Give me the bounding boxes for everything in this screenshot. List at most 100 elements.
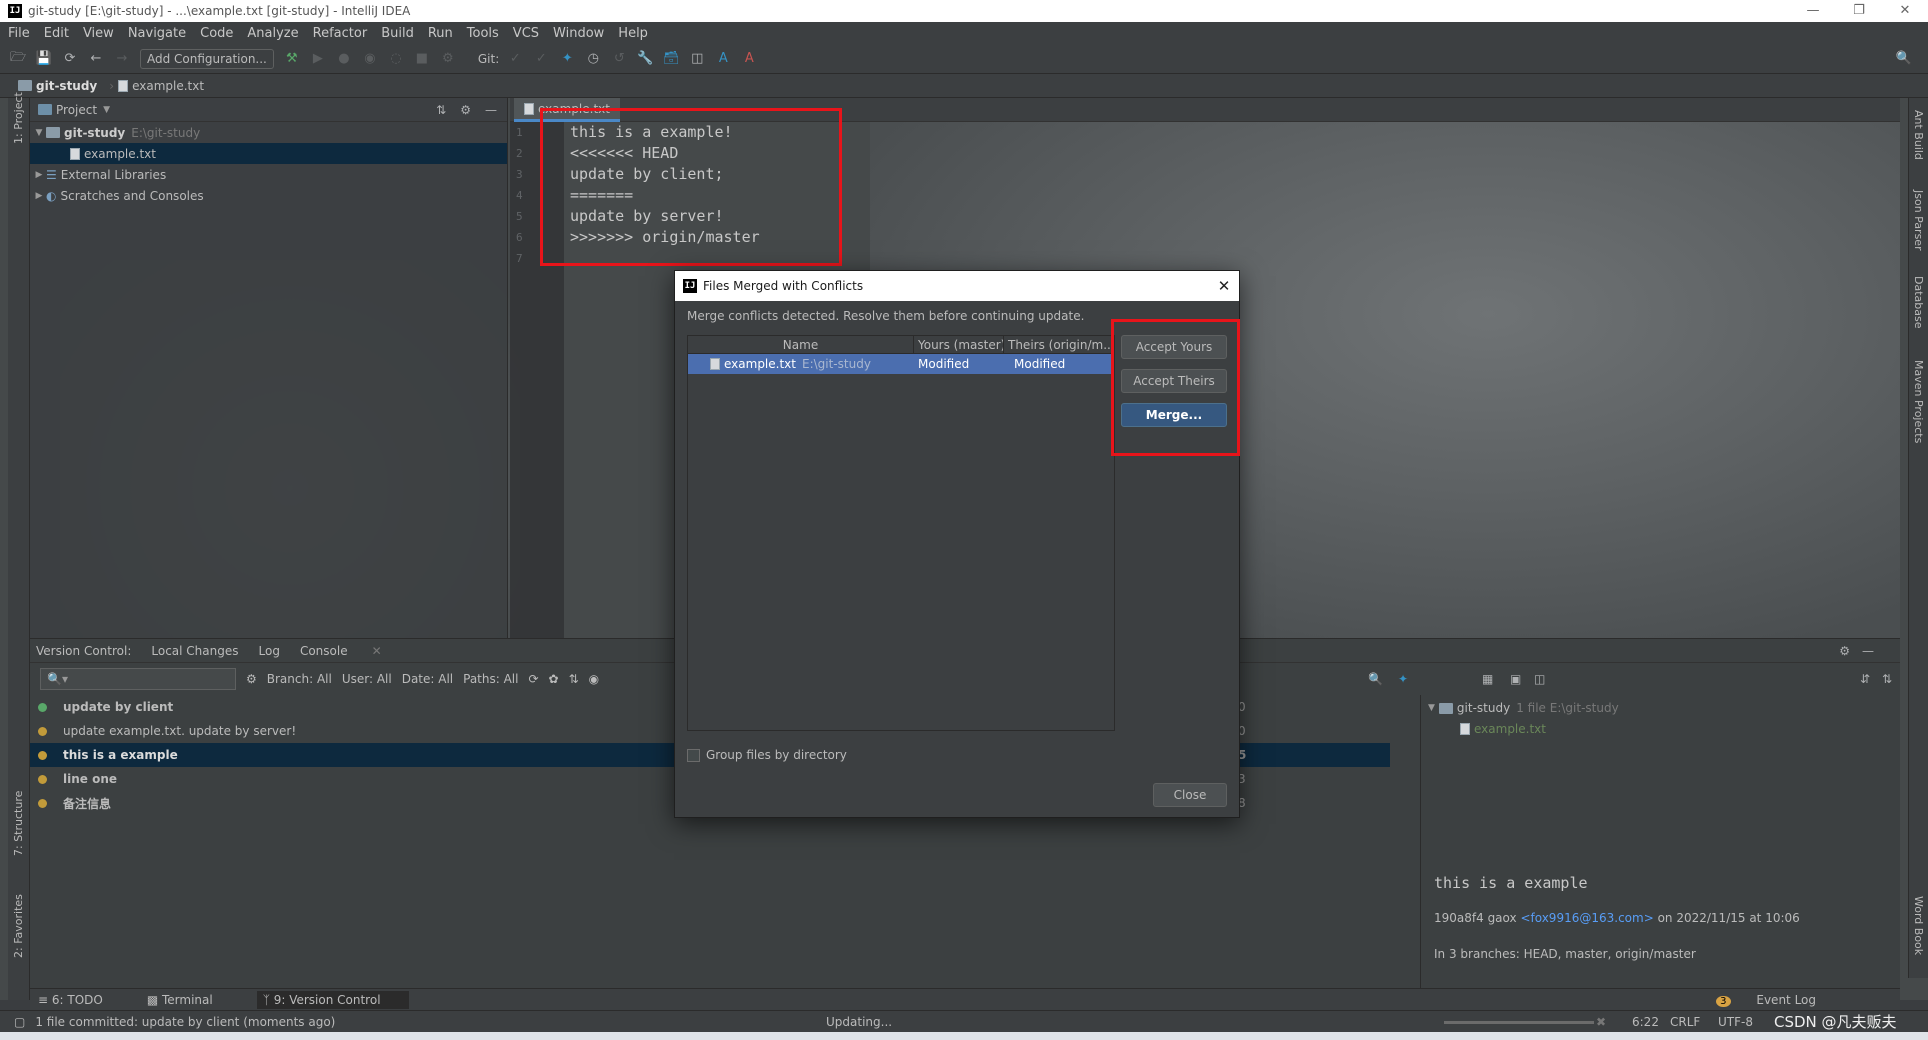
ant-build-tab[interactable]: Ant Build (1912, 110, 1925, 160)
tab-terminal[interactable]: ▩ Terminal (147, 993, 235, 1007)
branch-filter[interactable]: Branch: All (267, 672, 332, 686)
hide-panel-icon[interactable]: — (1862, 644, 1874, 658)
tab-console[interactable]: Console (300, 644, 348, 658)
close-icon[interactable]: ✕ (1209, 277, 1239, 295)
menu-analyze[interactable]: Analyze (247, 26, 298, 41)
expand-all-icon[interactable]: ⇵ (1860, 672, 1870, 686)
date-filter[interactable]: Date: All (402, 672, 453, 686)
debug-icon[interactable]: ● (336, 51, 352, 67)
compare-icon[interactable]: ✦ (1398, 672, 1408, 686)
layout-icon[interactable]: ◫ (1534, 672, 1545, 686)
expand-arrow-icon[interactable]: ▼ (32, 128, 46, 138)
event-log-button[interactable]: 3 Event Log (1716, 993, 1838, 1007)
menu-help[interactable]: Help (618, 26, 648, 41)
maven-projects-tab[interactable]: Maven Projects (1912, 360, 1925, 443)
project-tool-tab[interactable]: 1: Project (12, 92, 25, 144)
breadcrumb-file[interactable]: example.txt (118, 79, 204, 93)
build-hammer-icon[interactable]: ⚒ (284, 51, 300, 67)
forward-icon[interactable]: → (114, 51, 130, 67)
caret-position[interactable]: 6:22 (1632, 1015, 1659, 1029)
file-encoding[interactable]: UTF-8 (1718, 1015, 1753, 1029)
group-by-directory-checkbox[interactable]: Group files by directory (687, 748, 847, 762)
cherry-pick-icon[interactable]: ✿ (549, 672, 559, 686)
menu-code[interactable]: Code (200, 26, 233, 41)
expand-arrow-icon[interactable]: ▶ (32, 170, 46, 180)
word-book-tab[interactable]: Word Book (1912, 896, 1925, 955)
gear-icon[interactable]: ⚙ (460, 103, 471, 117)
menu-build[interactable]: Build (381, 26, 414, 41)
menu-tools[interactable]: Tools (467, 26, 499, 41)
run-icon[interactable]: ▶ (310, 51, 326, 67)
coverage-icon[interactable]: ◉ (362, 51, 378, 67)
attach-icon[interactable]: ⚙ (440, 51, 456, 67)
sdk-icon[interactable]: ◫ (689, 51, 705, 67)
favorites-tool-tab[interactable]: 2: Favorites (12, 894, 25, 958)
preview-icon[interactable]: ▣ (1510, 672, 1521, 686)
menu-vcs[interactable]: VCS (513, 26, 539, 41)
chevron-down-icon[interactable]: ▼ (103, 105, 110, 115)
settings-wrench-icon[interactable]: 🔧 (637, 51, 653, 67)
gear-icon[interactable]: ⚙ (246, 672, 257, 686)
menu-navigate[interactable]: Navigate (128, 26, 186, 41)
search-icon[interactable]: 🔍 (1368, 672, 1383, 686)
group-icon[interactable]: ▦ (1482, 672, 1493, 686)
close-icon[interactable]: ✕ (1882, 0, 1928, 22)
tree-file-example[interactable]: example.txt (30, 143, 507, 164)
log-search-input[interactable]: 🔍▾ (40, 668, 236, 690)
user-filter[interactable]: User: All (342, 672, 392, 686)
git-compare-icon[interactable]: ✦ (559, 51, 575, 67)
add-configuration-button[interactable]: Add Configuration... (140, 48, 274, 69)
git-update-icon[interactable]: ✓ (507, 51, 523, 67)
menu-window[interactable]: Window (553, 26, 604, 41)
open-folder-icon[interactable]: 🗁 (10, 50, 26, 67)
details-file[interactable]: example.txt (1460, 722, 1546, 736)
checkbox-box[interactable] (687, 748, 700, 762)
menu-file[interactable]: File (8, 26, 30, 41)
save-icon[interactable]: 💾 (36, 51, 52, 67)
panel-toggle-icon[interactable]: ▢ (14, 1015, 25, 1029)
back-icon[interactable]: ← (88, 51, 104, 67)
table-row[interactable]: example.txt E:\git-study Modified Modifi… (688, 354, 1114, 374)
refresh-icon[interactable]: ⟳ (528, 672, 538, 686)
structure-tool-tab[interactable]: 7: Structure (12, 791, 25, 856)
menu-edit[interactable]: Edit (44, 26, 69, 41)
close-tab-icon[interactable]: ✕ (372, 644, 382, 658)
json-parser-tab[interactable]: Json Parser (1912, 190, 1925, 251)
column-theirs[interactable]: Theirs (origin/m... (1004, 336, 1114, 354)
spell-icon[interactable]: A (741, 51, 757, 67)
menu-run[interactable]: Run (428, 26, 453, 41)
git-commit-icon[interactable]: ✓ (533, 51, 549, 67)
tab-version-control[interactable]: ᛉ 9: Version Control (256, 990, 409, 1009)
hide-panel-icon[interactable]: — (485, 103, 497, 117)
cancel-progress-icon[interactable]: ✖ (1596, 1015, 1606, 1029)
close-button[interactable]: Close (1153, 783, 1227, 807)
collapse-all-icon[interactable]: ⇅ (436, 103, 446, 117)
project-structure-icon[interactable]: 🗃 (663, 51, 680, 67)
history-clock-icon[interactable]: ◷ (585, 51, 601, 67)
database-tab[interactable]: Database (1912, 276, 1925, 329)
minimize-icon[interactable]: — (1790, 0, 1836, 22)
details-root[interactable]: ▼ git-study 1 file E:\git-study (1428, 701, 1619, 715)
tab-local-changes[interactable]: Local Changes (151, 644, 238, 658)
breadcrumb-project[interactable]: git-study (18, 79, 97, 93)
sort-icon[interactable]: ⇅ (569, 672, 579, 686)
expand-arrow-icon[interactable]: ▼ (1428, 703, 1435, 713)
profile-icon[interactable]: ◌ (388, 51, 404, 67)
tab-todo[interactable]: ≡ 6: TODO (38, 993, 125, 1007)
search-everywhere-icon[interactable]: 🔍 (1896, 51, 1912, 67)
project-view-selector[interactable]: Project (56, 103, 97, 117)
collapse-all-icon[interactable]: ⇅ (1882, 672, 1892, 686)
paths-filter[interactable]: Paths: All (463, 672, 518, 686)
line-separator[interactable]: CRLF (1670, 1015, 1700, 1029)
column-name[interactable]: Name (688, 335, 914, 354)
gear-icon[interactable]: ⚙ (1839, 644, 1850, 658)
menu-view[interactable]: View (83, 26, 114, 41)
tree-root-git-study[interactable]: ▼ git-study E:\git-study (30, 122, 507, 143)
tab-log[interactable]: Log (259, 644, 280, 658)
tree-scratches[interactable]: ▶ ◐ Scratches and Consoles (30, 185, 507, 206)
tree-external-libraries[interactable]: ▶ ☰ External Libraries (30, 164, 507, 185)
stop-icon[interactable]: ■ (414, 51, 430, 67)
column-yours[interactable]: Yours (master) (914, 335, 1004, 354)
restore-icon[interactable]: ❐ (1836, 0, 1882, 22)
rollback-icon[interactable]: ↺ (611, 51, 627, 67)
